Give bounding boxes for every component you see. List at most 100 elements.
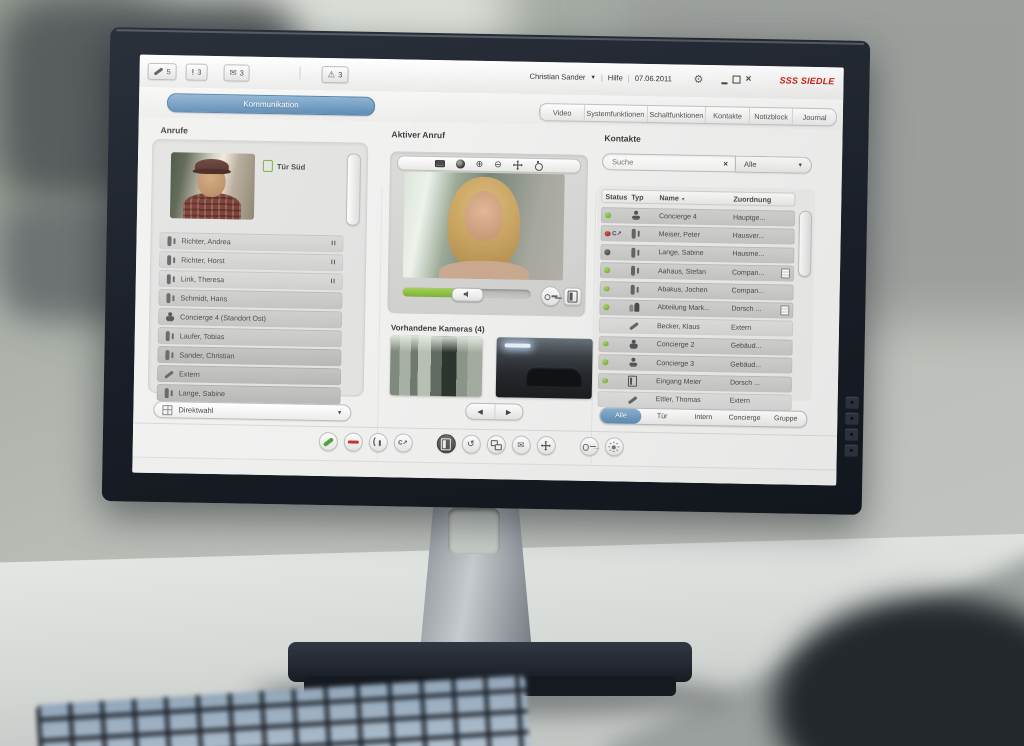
- contact-name: Concierge 2: [657, 341, 731, 349]
- handset-green-icon: [322, 437, 333, 446]
- contact-row[interactable]: Concierge 2 Gebäud...: [599, 336, 793, 356]
- transfer-icon: [490, 440, 501, 450]
- contact-row[interactable]: Becker, Klaus Extern: [599, 317, 793, 337]
- call-list-item[interactable]: Laufer, Tobias: [158, 327, 342, 347]
- contact-row[interactable]: Concierge 4 Hauptge...: [601, 207, 795, 227]
- zoom-in-button[interactable]: ⊕: [476, 160, 484, 169]
- redial-button[interactable]: ↺: [461, 435, 480, 454]
- volume-handle[interactable]: [451, 287, 483, 302]
- pan-button[interactable]: [513, 160, 523, 170]
- column-typ[interactable]: Typ: [631, 192, 659, 202]
- calls-scrollbar-thumb[interactable]: [346, 153, 361, 225]
- call-list-item[interactable]: Richter, Andrea II: [159, 232, 343, 252]
- tab[interactable]: Video: [540, 104, 584, 121]
- tab[interactable]: Notizblock: [749, 108, 793, 125]
- contact-filter-button[interactable]: Tür: [641, 409, 682, 425]
- contact-row[interactable]: Abteilung Mark... Dorsch ...: [599, 299, 793, 319]
- fullscreen-button[interactable]: [536, 436, 555, 455]
- kameras-title: Vorhandene Kameras (4): [391, 323, 485, 334]
- hold-call-button[interactable]: [368, 433, 387, 452]
- light-function-button[interactable]: [604, 437, 623, 456]
- transfer-call-button[interactable]: [486, 435, 505, 454]
- user-menu[interactable]: Christian Sander: [529, 72, 585, 82]
- contact-row[interactable]: Abakus, Jochen Compan...: [600, 281, 794, 301]
- timer-button[interactable]: [534, 160, 543, 170]
- call-list-item[interactable]: Richter, Horst II: [159, 251, 343, 271]
- door-source-label: Tür Süd: [263, 160, 306, 173]
- maximize-button[interactable]: [732, 75, 740, 83]
- tab-kommunikation[interactable]: Kommunikation: [167, 93, 375, 116]
- call-list-item[interactable]: Extern: [157, 365, 341, 385]
- column-status[interactable]: Status: [605, 192, 631, 201]
- end-call-button[interactable]: [343, 432, 362, 451]
- answer-call-button[interactable]: [318, 432, 337, 451]
- column-name[interactable]: Name▼: [659, 193, 733, 203]
- hold-icon: [373, 438, 383, 447]
- direktwahl-dropdown[interactable]: Direktwahl ▼: [153, 401, 351, 422]
- volume-slider[interactable]: [403, 287, 531, 298]
- tab[interactable]: Journal: [792, 109, 836, 126]
- call-list-item[interactable]: Sander, Christian: [157, 346, 341, 366]
- search-input[interactable]: [610, 156, 724, 169]
- contact-filter-button[interactable]: Alle: [600, 408, 641, 424]
- key-function-button[interactable]: [579, 437, 598, 456]
- display-mode-button[interactable]: [435, 160, 445, 167]
- contact-row[interactable]: C↗ Meiser, Peter Hausver...: [601, 225, 795, 245]
- call-type-icon: [166, 255, 176, 265]
- call-list-item[interactable]: Link, Theresa II: [159, 270, 343, 290]
- door-release-key-button[interactable]: [540, 286, 560, 306]
- monitor-osd-button[interactable]: [845, 413, 858, 425]
- contact-row[interactable]: Eingang Meier Dorsch ...: [598, 373, 792, 393]
- contact-row[interactable]: Aahaus, Stefan Compan...: [600, 262, 794, 282]
- contact-type-cell: [628, 395, 656, 406]
- messages-notification-button[interactable]: ✉ 3: [223, 64, 250, 81]
- contact-row[interactable]: Concierge 3 Gebäud...: [598, 354, 792, 374]
- call-list-item[interactable]: Schmidt, Hans: [158, 289, 342, 309]
- contact-row[interactable]: Lange, Sabine Hausme...: [600, 244, 794, 264]
- gear-icon[interactable]: ⚙: [693, 73, 703, 86]
- close-button[interactable]: ×: [745, 75, 751, 85]
- contacts-scrollbar-thumb[interactable]: [798, 211, 812, 277]
- tab[interactable]: Systemfunktionen: [583, 105, 646, 122]
- alerts-notification-button[interactable]: ! 3: [185, 63, 207, 80]
- tab[interactable]: Schaltfunktionen: [646, 106, 705, 123]
- call-forward-icon: C↗: [398, 439, 408, 446]
- zoom-out-button[interactable]: ⊖: [494, 160, 502, 169]
- contact-filter-button[interactable]: Concierge: [724, 410, 765, 426]
- calls-notification-button[interactable]: 5: [147, 63, 176, 81]
- monitor-osd-button[interactable]: [846, 397, 859, 409]
- contact-type-icon: [629, 339, 639, 349]
- tab[interactable]: Kontakte: [705, 107, 749, 124]
- alerts-count: 3: [197, 68, 201, 77]
- camera-thumbnail-garage[interactable]: [496, 337, 593, 399]
- contact-filter-button[interactable]: Gruppe: [765, 411, 806, 427]
- contact-type-icon: [631, 229, 641, 239]
- clear-search-icon[interactable]: ×: [723, 159, 728, 168]
- contact-filter-dropdown[interactable]: Alle ▼: [736, 156, 812, 174]
- contact-name: Becker, Klaus: [657, 323, 731, 331]
- chevron-down-icon[interactable]: ▼: [590, 74, 596, 80]
- help-link[interactable]: Hilfe: [608, 73, 623, 82]
- next-camera-button[interactable]: ▶: [495, 404, 523, 420]
- monitor-osd-button[interactable]: [845, 429, 858, 441]
- contact-filter-button[interactable]: Intern: [683, 410, 724, 426]
- previous-camera-button[interactable]: ◀: [466, 404, 495, 420]
- message-button[interactable]: ✉: [511, 435, 530, 454]
- call-list-item[interactable]: Concierge 4 (Standort Ost): [158, 308, 342, 328]
- camera-lens-button[interactable]: [456, 160, 465, 169]
- contact-type-cell: [629, 339, 657, 350]
- monitor-osd-button[interactable]: [845, 445, 858, 457]
- door-opener-button[interactable]: [436, 434, 455, 453]
- forward-call-button[interactable]: C↗: [393, 433, 412, 452]
- minimize-button[interactable]: [721, 82, 727, 84]
- camera-pager: ◀ ▶: [465, 403, 523, 421]
- camera-thumbnail-entrance[interactable]: [390, 335, 483, 397]
- door-station-button[interactable]: [563, 287, 581, 305]
- caller-name: Richter, Andrea: [181, 236, 326, 248]
- warning-icon: ⚠: [327, 70, 335, 79]
- status-dot: [602, 378, 608, 384]
- warnings-notification-button[interactable]: ⚠ 3: [321, 66, 348, 83]
- door-station-icon: [567, 290, 577, 302]
- contact-zuordnung: Extern: [731, 324, 779, 332]
- column-zuordnung[interactable]: Zuordnung: [733, 194, 791, 204]
